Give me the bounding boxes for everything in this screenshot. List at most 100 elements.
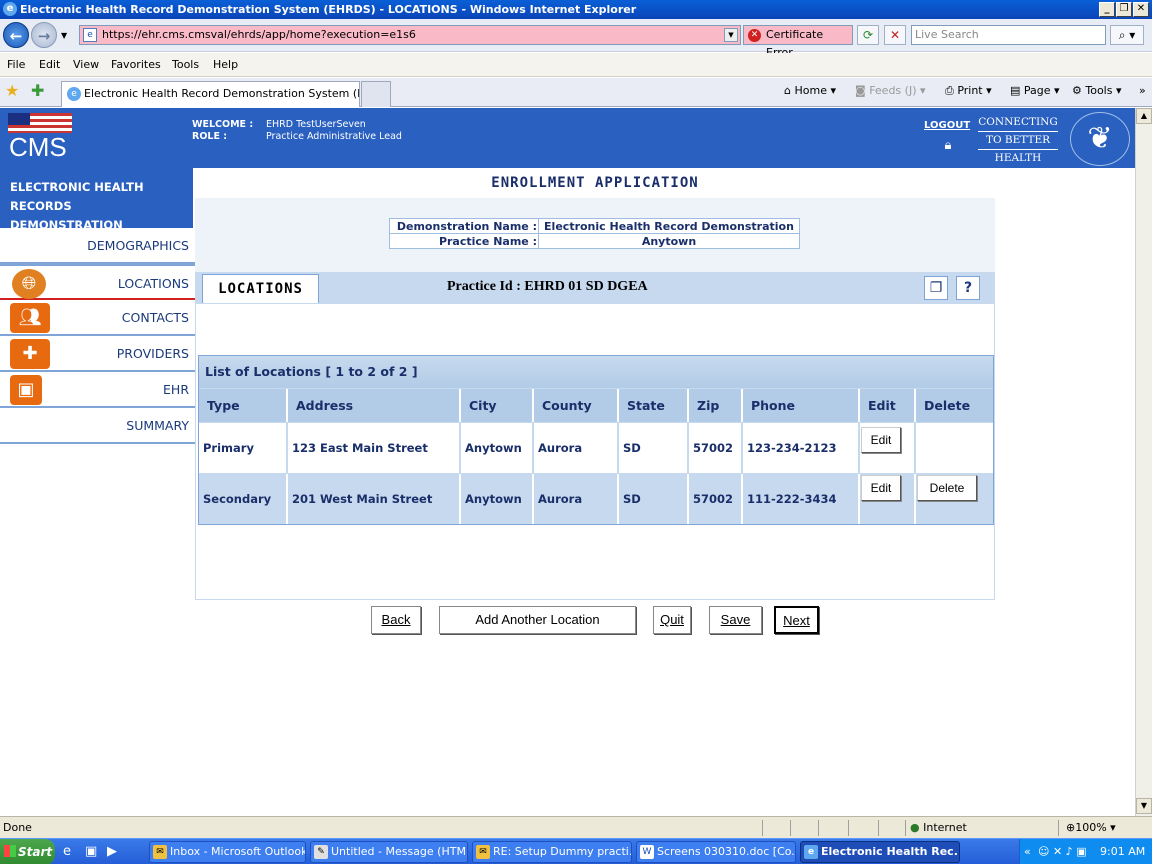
menu-tools[interactable]: Tools — [172, 58, 199, 71]
edit-button[interactable]: Edit — [861, 427, 901, 453]
column-header: Zip — [689, 389, 743, 422]
vertical-scrollbar[interactable]: ▲ ▼ — [1135, 108, 1152, 816]
menu-view[interactable]: View — [73, 58, 99, 71]
media-quicklaunch-icon[interactable]: ▶ — [107, 844, 117, 859]
refresh-icon[interactable]: ⟳ — [857, 25, 879, 45]
start-button[interactable]: Start — [0, 839, 55, 864]
address-toolbar: ← → ▼ e https://ehr.cms.cmsval/ehrds/app… — [0, 19, 1152, 59]
scroll-down-icon[interactable]: ▼ — [1136, 798, 1152, 814]
cell-phone: 123-234-2123 — [743, 423, 860, 473]
page-title: ENROLLMENT APPLICATION — [195, 168, 995, 198]
locations-panel: List of Locations [ 1 to 2 of 2 ] Type A… — [195, 303, 995, 634]
print-icon: ⎙ — [945, 84, 954, 97]
page-icon: e — [83, 28, 97, 42]
menu-favorites[interactable]: Favorites — [111, 58, 161, 71]
back-button[interactable]: Back — [371, 606, 421, 634]
minimize-button[interactable]: _ — [1099, 2, 1115, 17]
page-menu-icon: ▤ — [1010, 84, 1021, 97]
menu-file[interactable]: File — [7, 58, 25, 71]
home-command[interactable]: ⌂ Home ▾ — [784, 84, 836, 97]
sidebar-title: ELECTRONIC HEALTH RECORDS DEMONSTRATION — [0, 168, 193, 232]
certificate-error-button[interactable]: ✕ Certificate Error — [743, 25, 853, 59]
globe-zone-icon: ● — [910, 821, 920, 834]
tools-label: Tools — [1085, 84, 1113, 97]
sidebar-item-locations[interactable]: 🌐︎ LOCATIONS — [0, 264, 195, 300]
quit-button[interactable]: Quit — [653, 606, 691, 634]
tray-expand-icon[interactable]: « — [1024, 839, 1031, 864]
record-icon: ▣ — [10, 375, 42, 405]
desktop-quicklaunch-icon[interactable]: ▣ — [85, 844, 97, 859]
cell-delete — [916, 423, 993, 473]
cell-state: SD — [619, 423, 689, 473]
close-window-button[interactable]: ✕ — [1133, 2, 1149, 17]
start-label: Start — [18, 845, 53, 859]
people-icon: 👥︎ — [10, 303, 50, 333]
home-icon: ⌂ — [784, 84, 791, 97]
page-viewport: CMS WELCOME : EHRD TestUserSeven ROLE : Pr… — [0, 108, 1135, 816]
tab-locations: LOCATIONS — [202, 274, 319, 303]
status-text: Done — [3, 821, 32, 834]
taskbar-item-outlook[interactable]: ✉ Inbox - Microsoft Outlook — [149, 841, 306, 863]
print-command[interactable]: ⎙ Print ▾ — [945, 84, 992, 98]
sidebar-item-label: EHR — [163, 382, 189, 397]
delete-button[interactable]: Delete — [917, 475, 977, 501]
stop-icon[interactable]: ✕ — [884, 25, 906, 45]
ie-quicklaunch-icon[interactable]: e — [63, 844, 71, 859]
home-label: Home — [794, 84, 827, 97]
sidebar-item-demographics[interactable]: DEMOGRAPHICS — [0, 228, 195, 264]
history-dropdown-icon[interactable]: ▼ — [61, 31, 67, 40]
tab-title: Electronic Health Record Demonstration S… — [84, 87, 360, 100]
sidebar-item-providers[interactable]: ✚ PROVIDERS — [0, 336, 195, 372]
tools-command[interactable]: ⚙ Tools ▾ — [1072, 84, 1122, 97]
chevron-more-icon[interactable]: » — [1139, 84, 1146, 97]
help-icon[interactable]: ? — [956, 276, 980, 300]
sidebar-item-ehr[interactable]: ▣ EHR — [0, 372, 195, 408]
zoom-control[interactable]: ⊕100% ▾ — [1066, 817, 1116, 838]
practice-id: Practice Id : EHRD 01 SD DGEA — [447, 279, 648, 294]
window-title: Electronic Health Record Demonstration S… — [20, 3, 637, 16]
outlook-icon: ✉ — [153, 845, 167, 859]
column-header: Delete — [916, 389, 993, 422]
tray-icons[interactable]: ☺ ✕ ♪ ▣ — [1038, 839, 1087, 864]
feeds-command[interactable]: ◙ Feeds (J) ▾ — [855, 84, 926, 97]
menu-help[interactable]: Help — [213, 58, 238, 71]
list-title: List of Locations [ 1 to 2 of 2 ] — [199, 356, 993, 388]
maximize-button[interactable]: ❐ — [1116, 2, 1132, 17]
page-command[interactable]: ▤ Page ▾ — [1010, 84, 1060, 97]
taskbar-item-reply[interactable]: ✉ RE: Setup Dummy practi... — [472, 841, 632, 863]
next-button[interactable]: Next — [774, 606, 819, 634]
column-header: Edit — [860, 389, 916, 422]
favorites-star-icon[interactable]: ★ — [5, 81, 19, 100]
address-dropdown-icon[interactable]: ▼ — [724, 28, 738, 42]
logout-link[interactable]: LOGOUT — [924, 120, 970, 131]
taskbar-item-word[interactable]: W Screens 030310.doc [Co... — [636, 841, 796, 863]
add-favorite-icon[interactable]: ✚ — [31, 81, 44, 100]
copy-icon[interactable]: ❐ — [924, 276, 948, 300]
scroll-up-icon[interactable]: ▲ — [1136, 108, 1152, 124]
sidebar-item-summary[interactable]: SUMMARY — [0, 408, 195, 444]
column-header: County — [534, 389, 619, 422]
forward-nav-button[interactable]: → — [31, 22, 57, 48]
sidebar-item-contacts[interactable]: 👥︎ CONTACTS — [0, 300, 195, 336]
column-header: Address — [288, 389, 461, 422]
search-input[interactable]: Live Search — [911, 25, 1106, 45]
save-button[interactable]: Save — [709, 606, 762, 634]
demo-name-label: Demonstration Name : — [396, 220, 537, 233]
address-input[interactable]: e https://ehr.cms.cmsval/ehrds/app/home?… — [79, 25, 741, 45]
taskbar-item-message[interactable]: ✎ Untitled - Message (HTML) — [310, 841, 468, 863]
zoom-icon: ⊕ — [1066, 821, 1076, 834]
column-header: State — [619, 389, 689, 422]
back-nav-button[interactable]: ← — [3, 22, 29, 48]
new-tab-button[interactable] — [361, 81, 391, 107]
browser-tab[interactable]: e Electronic Health Record Demonstration… — [61, 81, 360, 107]
menu-edit[interactable]: Edit — [39, 58, 60, 71]
add-location-button[interactable]: Add Another Location — [439, 606, 636, 634]
edit-button[interactable]: Edit — [861, 475, 901, 501]
cell-state: SD — [619, 474, 689, 524]
message-icon: ✎ — [314, 845, 328, 859]
taskbar-item-ie[interactable]: e Electronic Health Rec... — [800, 841, 960, 863]
system-tray: « ☺ ✕ ♪ ▣ 9:01 AM — [1019, 839, 1152, 864]
window-titlebar: e Electronic Health Record Demonstration… — [0, 0, 1152, 19]
search-icon: ⌕ — [1118, 28, 1126, 42]
search-button[interactable]: ⌕ ▾ — [1110, 25, 1144, 45]
